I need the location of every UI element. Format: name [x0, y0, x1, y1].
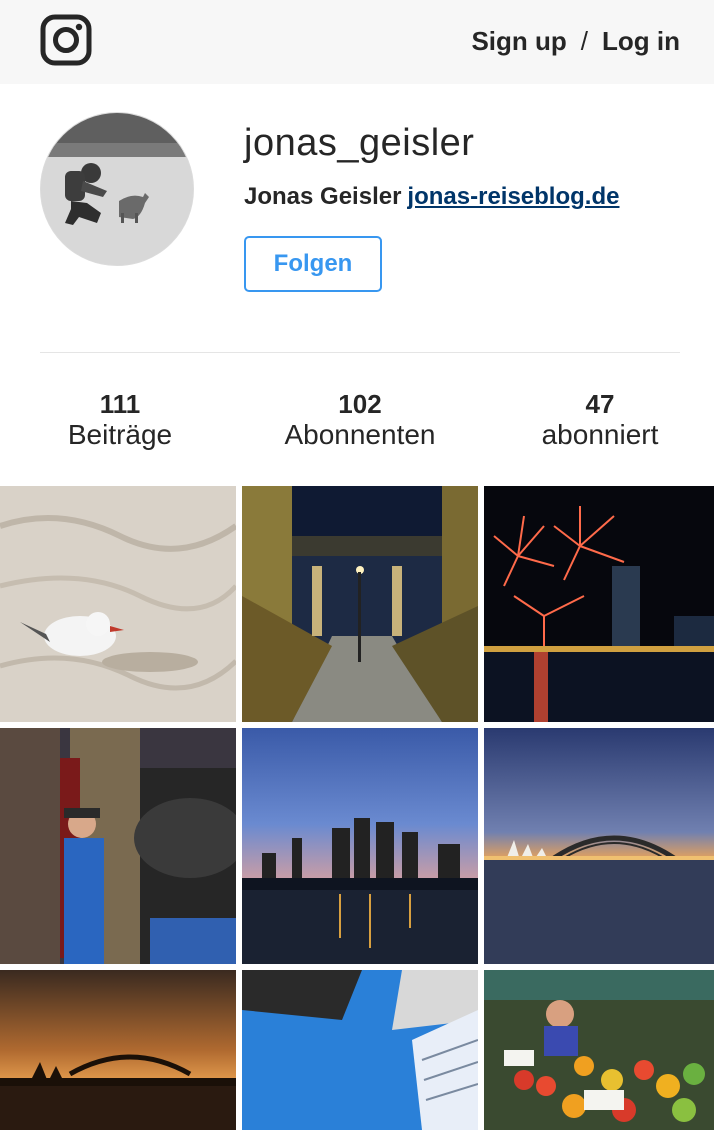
photo-tile[interactable]	[242, 728, 478, 964]
photo-tile[interactable]	[242, 486, 478, 722]
stat-following-label: abonniert	[541, 419, 659, 450]
auth-links: Sign up / Log in	[471, 26, 680, 57]
avatar[interactable]	[40, 112, 194, 266]
login-link[interactable]: Log in	[602, 26, 680, 57]
stat-posts-count: 111	[99, 389, 141, 419]
photo-tile[interactable]	[0, 970, 236, 1130]
photo-tile[interactable]	[242, 970, 478, 1130]
stat-followers[interactable]: 102 Abonnenten	[240, 388, 480, 450]
divider	[40, 352, 680, 353]
profile-bio: Jonas Geisler jonas-reiseblog.de	[244, 183, 619, 211]
signup-link[interactable]: Sign up	[471, 26, 566, 57]
stat-following[interactable]: 47 abonniert	[480, 388, 714, 450]
photo-tile[interactable]	[484, 486, 714, 722]
profile-username: jonas_geisler	[244, 122, 475, 164]
profile-stats: 111 Beiträge 102 Abonnenten 47 abonniert	[0, 388, 714, 458]
profile-full-name: Jonas Geisler	[244, 183, 402, 210]
stat-followers-label: Abonnenten	[284, 419, 436, 450]
stat-posts-label: Beiträge	[67, 419, 173, 450]
photo-tile[interactable]	[0, 728, 236, 964]
follow-button[interactable]: Folgen	[244, 236, 382, 292]
photo-tile[interactable]	[484, 970, 714, 1130]
top-bar: Sign up / Log in	[0, 0, 714, 84]
photo-tile[interactable]	[484, 728, 714, 964]
photo-tile[interactable]	[0, 486, 236, 722]
auth-separator: /	[580, 26, 589, 56]
photo-grid	[0, 486, 714, 1130]
stat-followers-count: 102	[338, 389, 382, 419]
profile-website-link[interactable]: jonas-reiseblog.de	[407, 183, 619, 210]
stat-posts[interactable]: 111 Beiträge	[0, 388, 240, 450]
stat-following-count: 47	[585, 389, 615, 419]
instagram-icon[interactable]	[40, 14, 92, 66]
